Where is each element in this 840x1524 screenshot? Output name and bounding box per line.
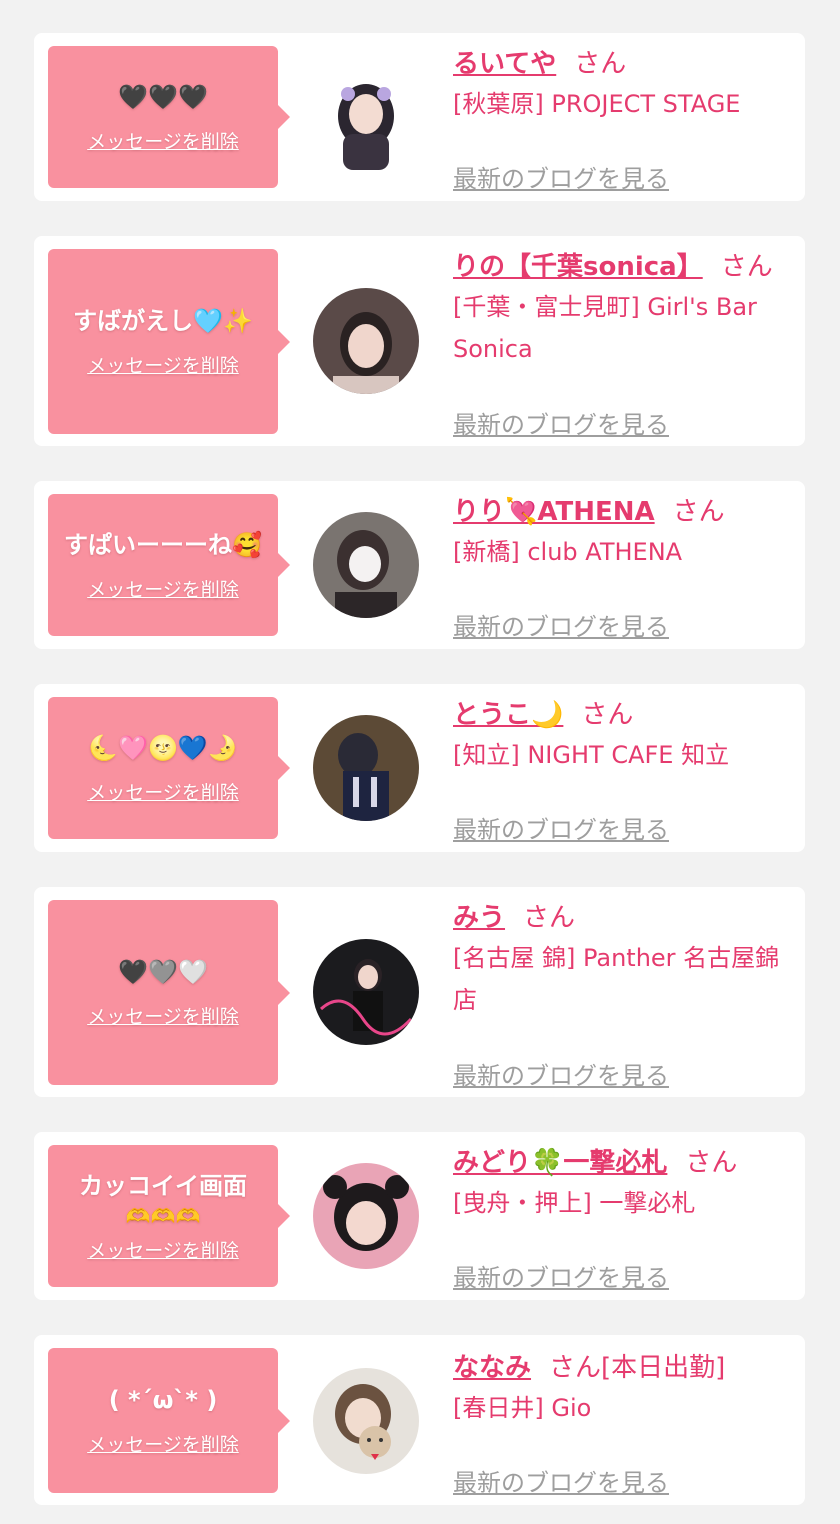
avatar-image <box>313 1368 419 1474</box>
avatar-image <box>313 1163 419 1269</box>
latest-blog-link[interactable]: 最新のブログを見る <box>453 1261 669 1295</box>
honorific: さん <box>720 252 773 282</box>
shop-label: [春日井] Gio <box>453 1394 592 1422</box>
shop-label: [曳舟・押上] 一撃必札 <box>453 1189 696 1217</box>
name-line: みどり🍀一撃必札 さん <box>453 1144 783 1182</box>
avatar[interactable] <box>313 64 419 170</box>
message-text: すばがえし🩵✨ <box>73 307 253 335</box>
message-bubble: 🖤🩶🤍 メッセージを削除 <box>48 900 290 1085</box>
latest-blog-link[interactable]: 最新のブログを見る <box>453 610 669 644</box>
message-card: すばがえし🩵✨ メッセージを削除 りの【千葉sonica】 さん [千葉・富士見町… <box>34 236 805 446</box>
avatar-image <box>313 939 419 1045</box>
avatar[interactable] <box>313 1368 419 1474</box>
latest-blog-link[interactable]: 最新のブログを見る <box>453 1466 669 1500</box>
delete-message-link[interactable]: メッセージを削除 <box>87 1236 239 1263</box>
avatar-image <box>313 288 419 394</box>
shop-label: [千葉・富士見町] Girl's Bar Sonica <box>453 293 757 363</box>
message-bubble: カッコイイ画面 🫶🫶🫶 メッセージを削除 <box>48 1145 290 1287</box>
honorific: さん <box>574 49 627 79</box>
cast-name-link[interactable]: みどり🍀一撃必札 <box>453 1148 667 1178</box>
shop-label: [新橋] club ATHENA <box>453 538 683 566</box>
latest-blog-link[interactable]: 最新のブログを見る <box>453 408 669 442</box>
avatar[interactable] <box>313 1163 419 1269</box>
delete-message-link[interactable]: メッセージを削除 <box>87 1002 239 1029</box>
cast-info: るいてや さん [秋葉原] PROJECT STAGE 最新のブログを見る <box>453 45 783 193</box>
name-line: りり💘ATHENA さん <box>453 493 783 531</box>
cast-info: りの【千葉sonica】 さん [千葉・富士見町] Girl's Bar Soni… <box>453 248 783 439</box>
delete-message-link[interactable]: メッセージを削除 <box>87 778 239 805</box>
cast-name-link[interactable]: とうこ🌙 <box>453 700 563 730</box>
message-text: カッコイイ画面 🫶🫶🫶 <box>79 1170 247 1230</box>
avatar[interactable] <box>313 715 419 821</box>
message-card: 🌜🩷🌝💙🌛 メッセージを削除 とうこ🌙 さん [知立] NIGHT CAFE 知立… <box>34 684 805 852</box>
avatar[interactable] <box>313 288 419 394</box>
message-emoji: 🫶🫶🫶 <box>125 1203 201 1228</box>
message-bubble: ( *´ω`* ) メッセージを削除 <box>48 1348 290 1493</box>
delete-message-link[interactable]: メッセージを削除 <box>87 127 239 154</box>
message-bubble: すぱいーーーね🥰 メッセージを削除 <box>48 494 290 636</box>
name-line: るいてや さん <box>453 45 783 83</box>
message-bubble: すばがえし🩵✨ メッセージを削除 <box>48 249 290 434</box>
delete-message-link[interactable]: メッセージを削除 <box>87 351 239 378</box>
latest-blog-link[interactable]: 最新のブログを見る <box>453 1059 669 1093</box>
cast-info: とうこ🌙 さん [知立] NIGHT CAFE 知立 最新のブログを見る <box>453 696 783 844</box>
shop-label: [秋葉原] PROJECT STAGE <box>453 90 741 118</box>
name-line: みう さん <box>453 899 783 937</box>
cast-name-link[interactable]: りり💘ATHENA <box>453 497 655 527</box>
cast-info: りり💘ATHENA さん [新橋] club ATHENA 最新のブログを見る <box>453 493 783 641</box>
honorific: さん <box>672 497 725 527</box>
message-line: カッコイイ画面 <box>79 1171 247 1200</box>
message-card: 🖤🩶🤍 メッセージを削除 みう さん [名古屋 錦] Panther 名古屋錦店 … <box>34 887 805 1097</box>
name-line: りの【千葉sonica】 さん <box>453 248 783 286</box>
message-text: ( *´ω`* ) <box>108 1386 218 1414</box>
avatar-image <box>313 715 419 821</box>
avatar-image <box>313 512 419 618</box>
cast-name-link[interactable]: るいてや <box>453 49 556 79</box>
avatar[interactable] <box>313 939 419 1045</box>
message-card: カッコイイ画面 🫶🫶🫶 メッセージを削除 みどり🍀一撃必札 さん [曳舟・押上] … <box>34 1132 805 1300</box>
avatar[interactable] <box>313 512 419 618</box>
delete-message-link[interactable]: メッセージを削除 <box>87 1430 239 1457</box>
message-bubble: 🌜🩷🌝💙🌛 メッセージを削除 <box>48 697 290 839</box>
name-line: とうこ🌙 さん <box>453 696 783 734</box>
message-text: 🖤🩶🤍 <box>118 958 208 986</box>
shop-label: [知立] NIGHT CAFE 知立 <box>453 741 730 769</box>
cast-info: みう さん [名古屋 錦] Panther 名古屋錦店 最新のブログを見る <box>453 899 783 1090</box>
message-text: すぱいーーーね🥰 <box>64 530 262 559</box>
cast-name-link[interactable]: ななみ <box>453 1353 531 1383</box>
cast-name-link[interactable]: みう <box>453 903 505 933</box>
message-card: 🖤🖤🖤 メッセージを削除 るいてや さん [秋葉原] PROJECT STAGE … <box>34 33 805 201</box>
cast-name-link[interactable]: りの【千葉sonica】 <box>453 252 703 282</box>
cast-info: みどり🍀一撃必札 さん [曳舟・押上] 一撃必札 最新のブログを見る <box>453 1144 783 1292</box>
message-card: ( *´ω`* ) メッセージを削除 ななみ さん[本日出勤] [春日井] Gio… <box>34 1335 805 1505</box>
message-bubble: 🖤🖤🖤 メッセージを削除 <box>48 46 290 188</box>
honorific: さん <box>581 700 634 730</box>
latest-blog-link[interactable]: 最新のブログを見る <box>453 162 669 196</box>
message-card: すぱいーーーね🥰 メッセージを削除 りり💘ATHENA さん [新橋] club … <box>34 481 805 649</box>
name-line: ななみ さん[本日出勤] <box>453 1349 783 1387</box>
latest-blog-link[interactable]: 最新のブログを見る <box>453 813 669 847</box>
honorific: さん <box>685 1148 738 1178</box>
cast-info: ななみ さん[本日出勤] [春日井] Gio 最新のブログを見る <box>453 1349 783 1497</box>
message-text: 🖤🖤🖤 <box>118 82 208 111</box>
shop-label: [名古屋 錦] Panther 名古屋錦店 <box>453 944 780 1014</box>
delete-message-link[interactable]: メッセージを削除 <box>87 575 239 602</box>
honorific: さん <box>523 903 576 933</box>
avatar-image <box>313 64 419 170</box>
honorific: さん[本日出勤] <box>549 1353 726 1383</box>
message-text: 🌜🩷🌝💙🌛 <box>88 733 238 762</box>
